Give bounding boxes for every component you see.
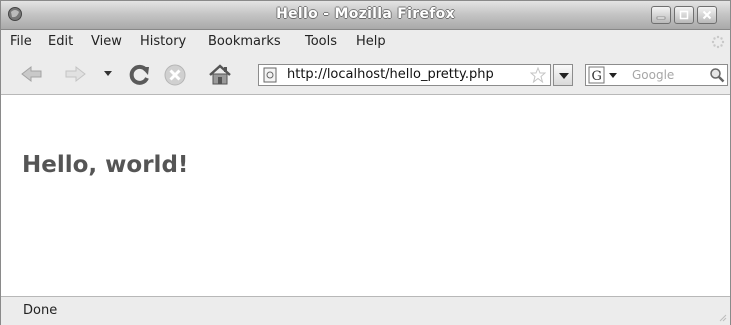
menu-edit[interactable]: Edit	[48, 34, 73, 49]
url-text[interactable]: http://localhost/hello_pretty.php	[287, 67, 494, 82]
close-button[interactable]	[697, 6, 717, 24]
maximize-button[interactable]	[674, 6, 694, 24]
url-bar[interactable]: http://localhost/hello_pretty.php	[258, 64, 551, 86]
home-icon[interactable]	[208, 64, 232, 86]
menu-view[interactable]: View	[91, 34, 122, 49]
search-engine-letter: G	[592, 69, 602, 84]
menu-help[interactable]: Help	[356, 34, 386, 49]
resize-grip-icon[interactable]	[717, 312, 727, 322]
back-arrow-icon[interactable]	[20, 64, 44, 84]
window-title: Hello - Mozilla Firefox	[276, 6, 455, 22]
menu-bar: File Edit View History Bookmarks Tools H…	[1, 30, 730, 54]
title-bar[interactable]: Hello - Mozilla Firefox	[1, 1, 730, 30]
url-dropdown-button[interactable]	[553, 64, 573, 86]
bookmark-star-icon[interactable]	[530, 67, 546, 83]
throbber-icon	[711, 35, 725, 49]
menu-history[interactable]: History	[140, 34, 186, 49]
page-heading: Hello, world!	[22, 152, 189, 178]
browser-window: Hello - Mozilla Firefox File Edit View H…	[0, 0, 731, 325]
menu-tools[interactable]: Tools	[305, 34, 337, 49]
menu-file[interactable]: File	[10, 34, 32, 49]
search-bar[interactable]: G Google	[585, 64, 728, 86]
page-content[interactable]: Hello, world!	[1, 95, 730, 296]
status-text: Done	[23, 303, 58, 318]
chevron-down-icon	[559, 73, 569, 79]
magnifier-icon[interactable]	[709, 67, 725, 83]
minimize-button[interactable]	[651, 6, 671, 24]
search-input[interactable]: Google	[632, 68, 674, 82]
maximize-icon	[679, 10, 689, 20]
status-bar: Done	[1, 296, 730, 325]
search-engine-selector[interactable]: G	[588, 66, 622, 84]
stop-icon[interactable]	[164, 64, 186, 86]
close-icon	[702, 10, 712, 20]
history-dropdown-icon[interactable]	[103, 70, 113, 78]
page-icon[interactable]	[262, 67, 278, 83]
minimize-icon	[656, 16, 666, 20]
navigation-toolbar: http://localhost/hello_pretty.php G Goog…	[1, 54, 730, 95]
forward-arrow-icon[interactable]	[63, 64, 87, 84]
reload-icon[interactable]	[129, 64, 151, 86]
menu-bookmarks[interactable]: Bookmarks	[208, 34, 281, 49]
google-engine-icon: G	[588, 66, 617, 84]
